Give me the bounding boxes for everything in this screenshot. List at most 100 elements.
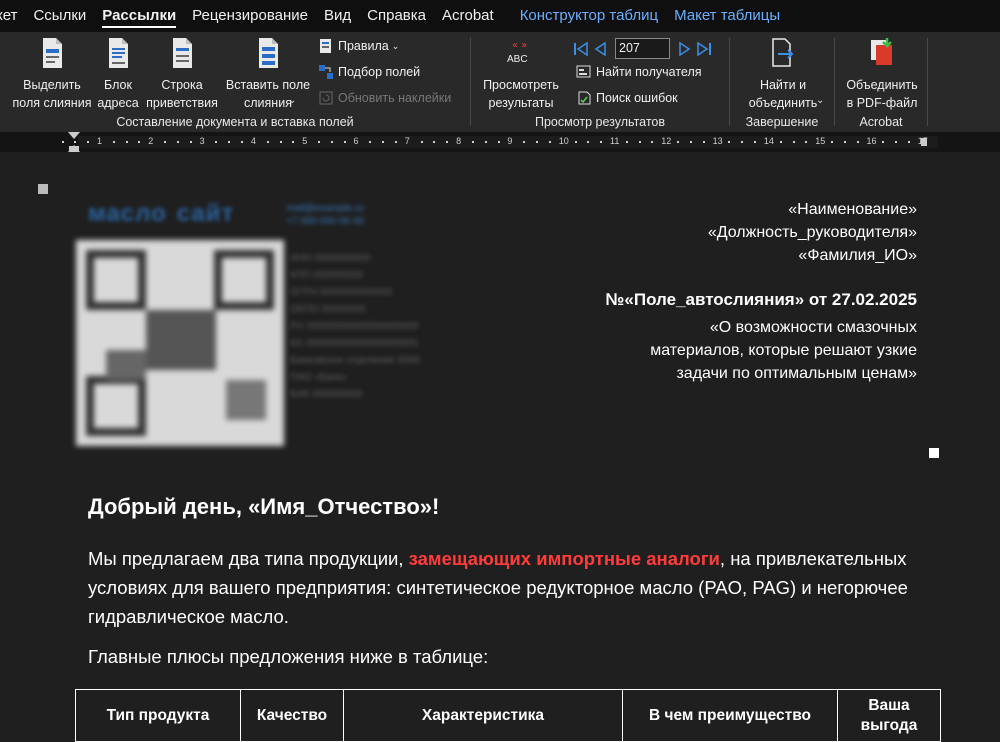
qr-code-image <box>76 240 284 446</box>
ruler-tick <box>651 141 654 143</box>
recipient-surname: «Фамилия_ИО» <box>798 247 917 264</box>
ruler-tick <box>471 141 474 143</box>
ruler-tick <box>638 141 641 143</box>
ribbon-tab-bar: кет Ссылки Рассылки Рецензирование Вид С… <box>0 0 1000 32</box>
find-recipient-icon <box>576 65 591 78</box>
ruler-number: 15 <box>815 136 826 146</box>
ruler-tick <box>330 141 333 143</box>
ruler-number: 6 <box>353 136 359 146</box>
highlight-merge-fields-button[interactable]: Выделить поля слияния <box>12 36 92 112</box>
ruler-tick <box>779 141 782 143</box>
merge-to-pdf-button[interactable]: Объединить в PDF-файл <box>837 36 927 112</box>
ruler-number: 1 <box>97 136 103 146</box>
tab-acrobat[interactable]: Acrobat <box>434 0 502 32</box>
ruler-tick <box>433 141 436 143</box>
ruler-tick <box>600 141 603 143</box>
ruler-tick <box>625 141 628 143</box>
finish-merge-label: Найти и объединить <box>748 78 818 110</box>
finish-and-merge-button[interactable]: Найти и объединить <box>738 36 828 112</box>
letter-subject: «О возможности смазочных материалов, кот… <box>650 319 917 382</box>
greeting-line-icon <box>173 38 192 68</box>
check-errors-button[interactable]: Поиск ошибок <box>576 90 678 106</box>
find-recipient-button[interactable]: Найти получателя <box>576 64 702 80</box>
tab-references[interactable]: Ссылки <box>25 0 94 32</box>
highlight-fields-label: Выделить поля слияния <box>12 78 92 110</box>
group-finish-label: Завершение <box>745 115 819 129</box>
ruler-tick <box>138 141 141 143</box>
update-labels-button[interactable]: Обновить наклейки <box>318 90 451 106</box>
benefits-table[interactable]: Тип продукта Качество Характеристика В ч… <box>75 689 941 742</box>
ruler-tick <box>241 141 244 143</box>
greeting-line-button[interactable]: Строка приветствия <box>142 36 222 112</box>
ruler-tick <box>677 141 680 143</box>
offer-paragraph: Мы предлагаем два типа продукции, замеща… <box>88 544 918 631</box>
preview-results-button[interactable]: « » Просмотреть результаты <box>475 36 567 112</box>
rules-chevron-down-icon: ⌄ <box>391 40 400 51</box>
ruler-number: 7 <box>404 136 410 146</box>
abc-preview-text: ABC <box>507 54 528 65</box>
ruler-tick <box>382 141 385 143</box>
tab-table-layout[interactable]: Макет таблицы <box>666 0 788 32</box>
last-record-icon[interactable] <box>694 41 714 57</box>
tab-layout[interactable]: кет <box>0 0 25 32</box>
insert-merge-field-button[interactable]: Вставить поле слияния <box>222 36 314 112</box>
table-header-cell[interactable]: Характеристика <box>343 689 623 742</box>
ruler-tick <box>831 141 834 143</box>
first-record-icon[interactable] <box>571 41 591 57</box>
ribbon-separator <box>927 38 928 126</box>
table-move-handle-icon[interactable] <box>38 184 48 194</box>
ruler-tick <box>548 141 551 143</box>
table-header-cell[interactable]: Тип продукта <box>75 689 241 742</box>
ruler-tick <box>279 141 282 143</box>
ruler-tick <box>536 141 539 143</box>
group-preview-label: Просмотр результатов <box>534 115 666 129</box>
ribbon: Выделить поля слияния Блок адреса Строка… <box>0 32 1000 132</box>
match-fields-label: Подбор полей <box>338 65 421 79</box>
indent-marker-icon[interactable] <box>68 132 80 152</box>
ruler-tick <box>754 141 757 143</box>
tab-view[interactable]: Вид <box>316 0 359 32</box>
ruler-tick <box>497 141 500 143</box>
tab-table-design[interactable]: Конструктор таблиц <box>512 0 666 32</box>
tab-mailings[interactable]: Рассылки <box>94 0 184 32</box>
table-intro-text: Главные плюсы предложения ниже в таблице… <box>88 646 489 667</box>
right-indent-marker-icon[interactable] <box>920 136 928 148</box>
ruler-tick <box>164 141 167 143</box>
ruler-tick <box>318 141 321 143</box>
check-errors-label: Поиск ошибок <box>596 91 678 105</box>
find-recipient-label: Найти получателя <box>596 65 702 79</box>
svg-text:« »: « » <box>512 40 527 51</box>
ruler-number: 4 <box>250 136 256 146</box>
recipient-name: «Наименование» <box>788 201 917 218</box>
tab-help[interactable]: Справка <box>359 0 434 32</box>
table-header-cell[interactable]: Ваша выгода <box>837 689 941 742</box>
address-block-button[interactable]: Блок адреса <box>96 36 140 112</box>
insert-field-chevron-down-icon[interactable]: ⌄ <box>288 95 296 106</box>
greeting-text: Добрый день, «Имя_Отчество»! <box>88 494 440 519</box>
ruler-tick <box>574 141 577 143</box>
previous-record-icon[interactable] <box>591 41 611 57</box>
update-labels-icon <box>319 91 333 105</box>
record-navigation: 207 <box>571 38 714 59</box>
table-resize-handle-icon[interactable] <box>929 448 939 458</box>
finish-merge-chevron-down-icon[interactable]: ⌄ <box>816 95 824 106</box>
ruler-tick <box>112 141 115 143</box>
record-number-input[interactable]: 207 <box>615 38 670 59</box>
tab-review[interactable]: Рецензирование <box>184 0 316 32</box>
paragraph-text-start: Мы предлагаем два типа продукции, <box>88 548 409 569</box>
ruler-number: 9 <box>507 136 513 146</box>
table-header-cell[interactable]: Качество <box>240 689 344 742</box>
insert-field-label: Вставить поле слияния <box>225 78 311 110</box>
ruler-number: 14 <box>763 136 774 146</box>
next-record-icon[interactable] <box>674 41 694 57</box>
horizontal-ruler[interactable]: 1234567891011121314151617 <box>0 132 1000 152</box>
ruler-tick <box>702 141 705 143</box>
rules-label: Правила <box>338 39 389 53</box>
table-header-cell[interactable]: В чем преимущество <box>622 689 838 742</box>
match-fields-button[interactable]: Подбор полей <box>318 64 420 80</box>
document-page[interactable]: масло сайт mail@example.ru +7 000 000 00 0… <box>0 152 1000 742</box>
rules-button[interactable]: Правила ⌄ <box>318 38 399 54</box>
letter-number: №«Поле_автослияния» от 27.02.2025 <box>605 290 917 309</box>
ruler-tick <box>228 141 231 143</box>
ruler-tick <box>882 141 885 143</box>
